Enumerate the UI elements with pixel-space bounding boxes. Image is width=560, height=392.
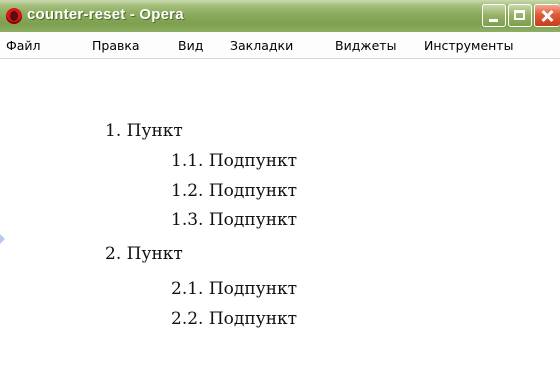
menu-view[interactable]: Вид [178, 38, 203, 53]
list-text: Подпункт [208, 279, 298, 299]
list-marker: 1.3. [171, 210, 204, 230]
list-marker: 1.1. [171, 151, 204, 171]
side-panel-handle[interactable] [0, 234, 5, 244]
page-content: 1. Пункт 1.1. Подпункт 1.2. Подпункт 1.3… [0, 59, 560, 392]
browser-window: counter-reset - Opera Файл Правка Вид За… [0, 0, 560, 392]
list-marker: 2.2. [171, 309, 204, 329]
menu-bookmarks[interactable]: Закладки [230, 38, 293, 53]
title-bar[interactable]: counter-reset - Opera [0, 0, 560, 33]
menu-bar: Файл Правка Вид Закладки Виджеты Инструм… [0, 32, 560, 59]
list-marker: 1. [105, 121, 122, 141]
list-item: 1.1. Подпункт [171, 151, 297, 171]
window-title: counter-reset - Opera [27, 6, 184, 23]
menu-file[interactable]: Файл [6, 38, 41, 53]
minimize-button[interactable] [482, 4, 506, 27]
list-item: 1.3. Подпункт [171, 210, 297, 230]
menu-edit[interactable]: Правка [92, 38, 140, 53]
list-item: 2.1. Подпункт [171, 279, 297, 299]
menu-widgets[interactable]: Виджеты [335, 38, 396, 53]
list-marker: 1.2. [171, 181, 204, 201]
menu-tools[interactable]: Инструменты [424, 38, 513, 53]
list-item: 1. Пункт [105, 121, 183, 141]
list-text: Подпункт [208, 309, 298, 329]
opera-logo-icon[interactable] [6, 8, 22, 24]
maximize-button[interactable] [508, 4, 532, 27]
list-text: Подпункт [208, 210, 298, 230]
close-button[interactable] [534, 4, 560, 27]
list-text: Пункт [126, 121, 183, 141]
list-text: Подпункт [208, 151, 298, 171]
list-text: Пункт [126, 244, 183, 264]
list-marker: 2. [105, 244, 122, 264]
list-item: 2.2. Подпункт [171, 309, 297, 329]
list-item: 2. Пункт [105, 244, 183, 264]
list-text: Подпункт [208, 181, 298, 201]
list-item: 1.2. Подпункт [171, 181, 297, 201]
list-marker: 2.1. [171, 279, 204, 299]
